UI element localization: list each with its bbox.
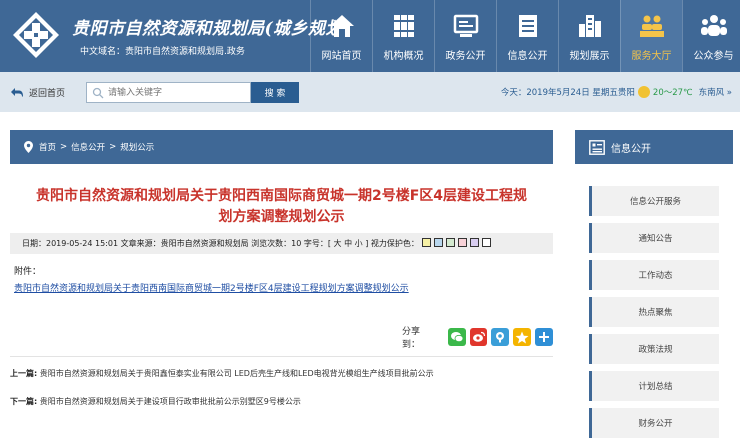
books-icon bbox=[393, 15, 414, 37]
eye-protection-swatches bbox=[419, 238, 491, 249]
eye-color-swatch[interactable] bbox=[481, 238, 491, 247]
eye-color-swatch[interactable] bbox=[457, 238, 467, 247]
sidebar: 信息公开 信息公开服务 通知公告 工作动态 热点聚焦 政策法规 计划总结 财务公… bbox=[575, 130, 733, 441]
breadcrumb: 首页 > 信息公开 > 规划公示 bbox=[10, 130, 553, 164]
nav-service-hall-label: 服务大厅 bbox=[631, 51, 672, 62]
nav-info-disclosure-label: 信息公开 bbox=[507, 51, 548, 62]
buildings-icon bbox=[578, 15, 601, 37]
back-home-label: 返回首页 bbox=[29, 89, 66, 99]
info-list-icon bbox=[589, 139, 605, 155]
previous-title[interactable]: 贵阳市自然资源和规划局关于贵阳鑫恒泰实业有限公司 LED后壳生产线和LED电视背… bbox=[40, 369, 434, 378]
eye-color-swatch[interactable] bbox=[445, 238, 455, 247]
share-bar: 分享到： bbox=[402, 324, 554, 350]
sidebar-item-plans[interactable]: 计划总结 bbox=[589, 371, 719, 401]
nav-planning-label: 规划展示 bbox=[569, 51, 610, 62]
return-arrow-icon bbox=[11, 88, 23, 97]
nav-info-disclosure[interactable]: 信息公开 bbox=[496, 0, 558, 72]
breadcrumb-planning-notice[interactable]: 规划公示 bbox=[120, 141, 154, 153]
date-text: 今天：2019年5月24日 星期五贵阳 bbox=[500, 88, 635, 98]
divider bbox=[10, 356, 553, 357]
article-panel: 首页 > 信息公开 > 规划公示 贵阳市自然资源和规划局关于贵阳西南国际商贸城一… bbox=[10, 130, 554, 441]
share-label: 分享到： bbox=[402, 327, 421, 350]
nav-public-participation-label: 公众参与 bbox=[693, 51, 734, 62]
temperature: 20～27℃ bbox=[652, 88, 693, 98]
monitor-icon bbox=[453, 14, 478, 37]
tencent-icon[interactable] bbox=[491, 328, 510, 346]
sidebar-item-hot-topics[interactable]: 热点聚焦 bbox=[589, 297, 719, 327]
article-title-line2: 划方案调整规划公示 bbox=[218, 209, 345, 225]
wechat-icon[interactable] bbox=[447, 328, 466, 346]
nav-public-participation[interactable]: 公众参与 bbox=[682, 0, 740, 72]
previous-label: 上一篇: bbox=[10, 369, 38, 378]
next-label: 下一篇: bbox=[10, 397, 38, 406]
sidebar-item-work-news[interactable]: 工作动态 bbox=[589, 260, 719, 290]
search-box bbox=[86, 82, 251, 103]
nav-organization[interactable]: 机构概况 bbox=[372, 0, 434, 72]
sidebar-title: 信息公开 bbox=[611, 143, 651, 155]
wind: 东南风 » bbox=[698, 88, 732, 98]
sidebar-item-info-service[interactable]: 信息公开服务 bbox=[589, 186, 719, 216]
nav-gov-affairs[interactable]: 政务公开 bbox=[434, 0, 496, 72]
nav-organization-label: 机构概况 bbox=[383, 51, 424, 62]
search-input[interactable] bbox=[108, 84, 243, 101]
sidebar-item-notices[interactable]: 通知公告 bbox=[589, 223, 719, 253]
location-pin-icon bbox=[24, 141, 33, 153]
nav-gov-affairs-label: 政务公开 bbox=[445, 51, 486, 62]
breadcrumb-separator: > bbox=[109, 142, 117, 152]
weibo-icon[interactable] bbox=[469, 328, 488, 346]
top-bar: 返回首页 搜 索 今天：2019年5月24日 星期五贵阳 20～27℃ 东南风 … bbox=[0, 72, 740, 112]
article-title-line1: 贵阳市自然资源和规划局关于贵阳西南国际商贸城一期2号楼F区4层建设工程规 bbox=[35, 188, 528, 204]
eye-color-swatch[interactable] bbox=[469, 238, 479, 247]
document-icon bbox=[518, 15, 537, 37]
sidebar-header: 信息公开 bbox=[575, 130, 733, 164]
attachment-label: 附件： bbox=[14, 267, 42, 277]
nav-planning[interactable]: 规划展示 bbox=[558, 0, 620, 72]
search-icon bbox=[92, 87, 104, 98]
date-weather: 今天：2019年5月24日 星期五贵阳 20～27℃ 东南风 » bbox=[501, 86, 732, 98]
nav-home-label: 网站首页 bbox=[321, 51, 362, 62]
breadcrumb-info-disclosure[interactable]: 信息公开 bbox=[71, 141, 105, 153]
previous-article[interactable]: 上一篇: 贵阳市自然资源和规划局关于贵阳鑫恒泰实业有限公司 LED后壳生产线和L… bbox=[10, 368, 434, 379]
eye-color-swatch[interactable] bbox=[421, 238, 431, 247]
nav-service-hall[interactable]: 服务大厅 bbox=[620, 0, 682, 72]
logo-icon[interactable] bbox=[12, 11, 60, 59]
more-share-icon[interactable] bbox=[535, 328, 554, 346]
sidebar-list: 信息公开服务 通知公告 工作动态 热点聚焦 政策法规 计划总结 财务公开 bbox=[589, 186, 719, 445]
breadcrumb-home[interactable]: 首页 bbox=[39, 141, 56, 153]
search-button[interactable]: 搜 索 bbox=[251, 82, 299, 103]
nav-home[interactable]: 网站首页 bbox=[310, 0, 372, 72]
article-meta-text: 日期：2019-05-24 15:01 文章来源：贵阳市自然资源和规划局 浏览次… bbox=[22, 239, 419, 248]
qzone-icon[interactable] bbox=[513, 328, 532, 346]
site-domain: 中文域名：贵阳市自然资源和规划局.政务 bbox=[80, 47, 245, 57]
next-title[interactable]: 贵阳市自然资源和规划局关于建设项目行政审批批前公示别墅区9号楼公示 bbox=[40, 397, 301, 406]
next-article[interactable]: 下一篇: 贵阳市自然资源和规划局关于建设项目行政审批批前公示别墅区9号楼公示 bbox=[10, 396, 301, 407]
main-nav: 网站首页 机构概况 政务公开 信息公开 规划展示 服务大厅 公众参与 bbox=[310, 0, 740, 72]
users-icon bbox=[700, 15, 727, 36]
attachment-link[interactable]: 贵阳市自然资源和规划局关于贵阳西南国际商贸城一期2号楼F区4层建设工程规划方案调… bbox=[14, 281, 409, 294]
breadcrumb-separator: > bbox=[60, 142, 68, 152]
article-meta: 日期：2019-05-24 15:01 文章来源：贵阳市自然资源和规划局 浏览次… bbox=[10, 233, 553, 254]
home-icon bbox=[329, 15, 354, 37]
eye-color-swatch[interactable] bbox=[433, 238, 443, 247]
back-home-link[interactable]: 返回首页 bbox=[10, 86, 65, 99]
sidebar-item-finance[interactable]: 财务公开 bbox=[589, 408, 719, 438]
sunny-weather-icon bbox=[637, 86, 650, 98]
article-title: 贵阳市自然资源和规划局关于贵阳西南国际商贸城一期2号楼F区4层建设工程规 划方案… bbox=[10, 186, 553, 228]
site-header: 贵阳市自然资源和规划局(城乡规划) 中文域名：贵阳市自然资源和规划局.政务 网站… bbox=[0, 0, 740, 72]
sidebar-item-policies[interactable]: 政策法规 bbox=[589, 334, 719, 364]
people-group-icon bbox=[639, 15, 664, 37]
